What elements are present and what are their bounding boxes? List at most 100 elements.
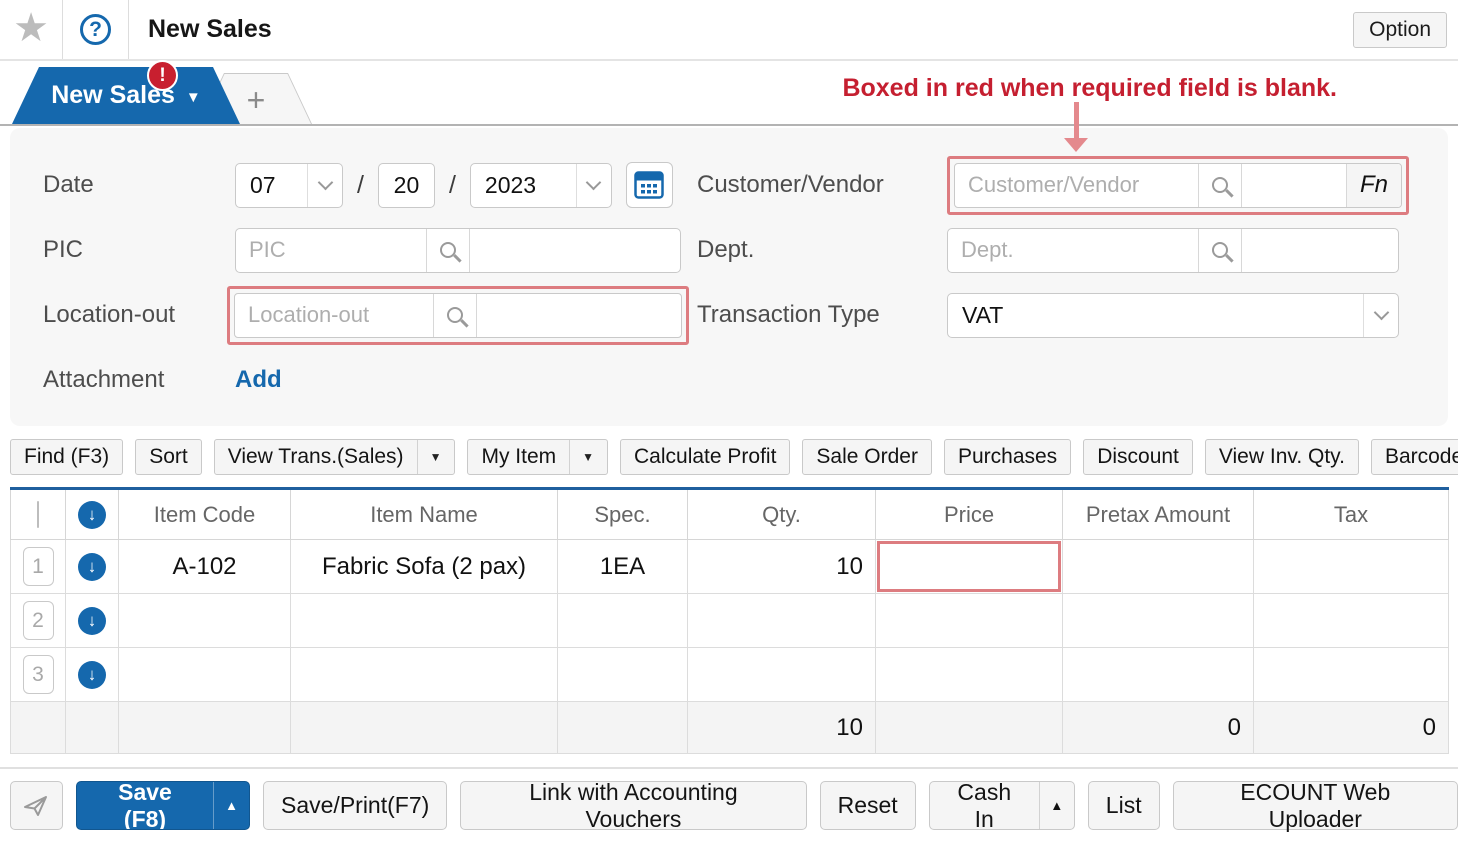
reset-button[interactable]: Reset bbox=[820, 781, 916, 830]
location-out-label: Location-out bbox=[43, 301, 235, 329]
pic-label: PIC bbox=[43, 236, 235, 264]
cell-item-name[interactable]: Fabric Sofa (2 pax) bbox=[291, 540, 558, 594]
my-item-button[interactable]: My Item ▼ bbox=[467, 439, 608, 475]
sort-button[interactable]: Sort bbox=[135, 439, 202, 475]
pic-input[interactable] bbox=[236, 229, 426, 272]
date-separator: / bbox=[357, 171, 364, 200]
row-number[interactable]: 3 bbox=[23, 655, 54, 694]
cell-item-name[interactable] bbox=[291, 648, 558, 702]
web-uploader-button[interactable]: ECOUNT Web Uploader bbox=[1173, 781, 1458, 830]
purchases-button[interactable]: Purchases bbox=[944, 439, 1071, 475]
star-icon: ★ bbox=[13, 8, 49, 48]
cell-tax[interactable] bbox=[1254, 648, 1449, 702]
chevron-down-icon bbox=[307, 164, 342, 207]
dept-input[interactable] bbox=[948, 229, 1198, 272]
tab-new-sales[interactable]: New Sales ▼ bbox=[12, 67, 240, 124]
send-button[interactable] bbox=[10, 781, 63, 830]
date-year-select[interactable]: 2023 bbox=[470, 163, 612, 208]
barcode-button[interactable]: Barcode bbox=[1371, 439, 1458, 475]
search-icon bbox=[1212, 242, 1228, 258]
customer-vendor-input[interactable] bbox=[955, 164, 1198, 207]
view-trans-label: View Trans.(Sales) bbox=[228, 445, 404, 469]
option-button[interactable]: Option bbox=[1353, 12, 1447, 48]
cell-tax[interactable] bbox=[1254, 540, 1449, 594]
header-item-code: Item Code bbox=[119, 489, 291, 540]
annotation-text: Boxed in red when required field is blan… bbox=[842, 74, 1337, 103]
dept-group bbox=[947, 228, 1399, 273]
cell-pretax[interactable] bbox=[1063, 540, 1254, 594]
transaction-type-label: Transaction Type bbox=[697, 301, 947, 329]
customer-vendor-group: Fn bbox=[954, 163, 1402, 208]
my-item-label: My Item bbox=[481, 445, 556, 469]
dept-name-input[interactable] bbox=[1242, 229, 1398, 272]
calendar-button[interactable] bbox=[626, 162, 673, 208]
header-spec: Spec. bbox=[558, 489, 688, 540]
pic-name-input[interactable] bbox=[470, 229, 680, 272]
dept-search-button[interactable] bbox=[1198, 229, 1242, 272]
date-year-value: 2023 bbox=[471, 164, 576, 207]
column-insert-icon[interactable]: ↓ bbox=[78, 501, 106, 529]
save-print-button[interactable]: Save/Print(F7) bbox=[263, 781, 447, 830]
transaction-type-select[interactable]: VAT bbox=[947, 293, 1399, 338]
chevron-down-icon: ▼ bbox=[186, 89, 201, 106]
required-alert-badge: ! bbox=[147, 60, 178, 91]
cell-pretax[interactable] bbox=[1063, 648, 1254, 702]
cash-in-button[interactable]: Cash In ▲ bbox=[929, 781, 1075, 830]
discount-button[interactable]: Discount bbox=[1083, 439, 1193, 475]
price-required-box bbox=[877, 541, 1061, 592]
cell-qty[interactable]: 10 bbox=[688, 540, 876, 594]
location-out-input[interactable] bbox=[235, 294, 433, 337]
attachment-add-link[interactable]: Add bbox=[235, 366, 282, 394]
cell-spec[interactable]: 1EA bbox=[558, 540, 688, 594]
row-insert-icon[interactable]: ↓ bbox=[78, 553, 106, 581]
cell-spec[interactable] bbox=[558, 594, 688, 648]
view-trans-button[interactable]: View Trans.(Sales) ▼ bbox=[214, 439, 456, 475]
date-month-select[interactable]: 07 bbox=[235, 163, 343, 208]
location-out-name-input[interactable] bbox=[477, 294, 681, 337]
row-number[interactable]: 2 bbox=[23, 601, 54, 640]
row-number[interactable]: 1 bbox=[23, 547, 54, 586]
help-button[interactable]: ? bbox=[63, 0, 129, 59]
customer-vendor-search-button[interactable] bbox=[1198, 164, 1242, 207]
cell-item-code[interactable] bbox=[119, 594, 291, 648]
sale-order-button[interactable]: Sale Order bbox=[802, 439, 932, 475]
save-button[interactable]: Save (F8) ▲ bbox=[76, 781, 250, 830]
header-item-name: Item Name bbox=[291, 489, 558, 540]
select-all-checkbox[interactable] bbox=[37, 501, 39, 528]
form-row-4: Attachment Add bbox=[10, 357, 1448, 403]
favorite-star-button[interactable]: ★ bbox=[0, 0, 63, 59]
row-insert-icon[interactable]: ↓ bbox=[78, 607, 106, 635]
cell-qty[interactable] bbox=[688, 594, 876, 648]
link-vouchers-button[interactable]: Link with Accounting Vouchers bbox=[460, 781, 806, 830]
cell-qty[interactable] bbox=[688, 648, 876, 702]
cell-item-code[interactable] bbox=[119, 648, 291, 702]
entry-form-panel: Date 07 / / 2023 bbox=[10, 128, 1448, 426]
totals-row: 10 0 0 bbox=[11, 702, 1449, 754]
cell-price[interactable] bbox=[876, 540, 1063, 594]
cell-item-code[interactable]: A-102 bbox=[119, 540, 291, 594]
find-button[interactable]: Find (F3) bbox=[10, 439, 123, 475]
calculate-profit-button[interactable]: Calculate Profit bbox=[620, 439, 790, 475]
total-tax: 0 bbox=[1254, 702, 1449, 754]
total-qty: 10 bbox=[688, 702, 876, 754]
cell-price[interactable] bbox=[876, 594, 1063, 648]
fn-button[interactable]: Fn bbox=[1346, 164, 1401, 207]
cell-pretax[interactable] bbox=[1063, 594, 1254, 648]
form-row-2: PIC Dept. bbox=[10, 227, 1448, 273]
cell-tax[interactable] bbox=[1254, 594, 1449, 648]
header-tax: Tax bbox=[1254, 489, 1449, 540]
cell-price[interactable] bbox=[876, 648, 1063, 702]
chevron-down-icon bbox=[1363, 294, 1398, 337]
location-out-search-button[interactable] bbox=[433, 294, 477, 337]
customer-vendor-name-input[interactable] bbox=[1242, 164, 1346, 207]
grid-header-row: ↓ Item Code Item Name Spec. Qty. Price P… bbox=[11, 489, 1449, 540]
cell-spec[interactable] bbox=[558, 648, 688, 702]
view-inv-qty-button[interactable]: View Inv. Qty. bbox=[1205, 439, 1359, 475]
pic-search-button[interactable] bbox=[426, 229, 470, 272]
row-insert-icon[interactable]: ↓ bbox=[78, 661, 106, 689]
location-out-required-box bbox=[227, 286, 689, 345]
pic-group bbox=[235, 228, 681, 273]
date-day-input[interactable] bbox=[378, 163, 435, 208]
list-button[interactable]: List bbox=[1088, 781, 1160, 830]
cell-item-name[interactable] bbox=[291, 594, 558, 648]
